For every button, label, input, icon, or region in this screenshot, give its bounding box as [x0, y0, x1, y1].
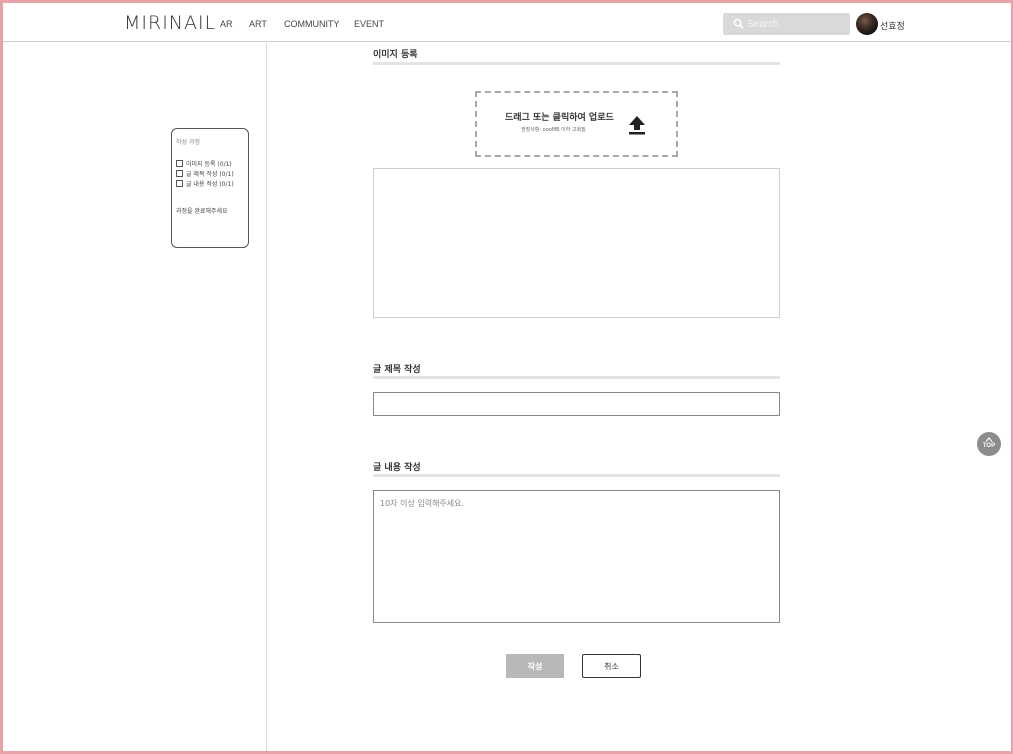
- checkbox-icon: [176, 159, 183, 167]
- section-divider: [373, 474, 780, 477]
- dropzone-hint: 권장사항: oooMB 이하 고화질: [521, 127, 586, 133]
- sidebar-divider: [266, 43, 267, 751]
- submit-button[interactable]: 작성: [506, 654, 564, 678]
- user-name[interactable]: 선효정: [880, 19, 905, 32]
- checkbox-icon: [176, 169, 183, 177]
- upload-icon: [629, 116, 645, 135]
- progress-item-image: 이미지 등록 (0/1): [176, 158, 244, 168]
- progress-item-label: 글 제목 작성 (0/1): [186, 170, 234, 178]
- checkbox-icon: [176, 179, 183, 187]
- progress-note: 과정을 완료해주세요: [176, 208, 228, 215]
- section-divider: [373, 62, 780, 65]
- dropzone-label: 드래그 또는 클릭하여 업로드: [505, 113, 614, 123]
- image-section-title: 이미지 등록: [373, 50, 418, 60]
- progress-panel: 작성 과정 이미지 등록 (0/1) 글 제목 작성 (0/1) 글 내용 작성…: [171, 128, 249, 248]
- cancel-button[interactable]: 취소: [582, 654, 641, 678]
- progress-item-label: 글 내용 작성 (0/1): [186, 180, 234, 188]
- image-upload-dropzone[interactable]: 드래그 또는 클릭하여 업로드 권장사항: oooMB 이하 고화질: [475, 91, 678, 157]
- chevron-up-icon: [985, 437, 993, 442]
- title-section-title: 글 제목 작성: [373, 365, 421, 375]
- post-content-textarea[interactable]: [373, 490, 780, 623]
- scroll-top-label: TOP: [982, 443, 996, 449]
- avatar[interactable]: [856, 13, 878, 35]
- scroll-top-button[interactable]: TOP: [977, 432, 1001, 456]
- nav-ar[interactable]: AR: [220, 19, 233, 29]
- image-preview-area: [373, 168, 780, 318]
- nav-art[interactable]: ART: [249, 19, 267, 29]
- progress-item-label: 이미지 등록 (0/1): [186, 160, 232, 168]
- progress-title: 작성 과정: [176, 139, 200, 146]
- progress-item-title: 글 제목 작성 (0/1): [176, 168, 244, 178]
- nav-event[interactable]: EVENT: [354, 19, 384, 29]
- logo[interactable]: MIRINAIL: [124, 12, 216, 34]
- top-header: MIRINAIL AR ART COMMUNITY EVENT 선효정: [3, 3, 1011, 42]
- content-section-title: 글 내용 작성: [373, 463, 421, 473]
- progress-item-content: 글 내용 작성 (0/1): [176, 178, 244, 188]
- search-icon: [733, 18, 744, 29]
- section-divider: [373, 376, 780, 379]
- nav-community[interactable]: COMMUNITY: [284, 19, 340, 29]
- post-title-input[interactable]: [373, 392, 780, 416]
